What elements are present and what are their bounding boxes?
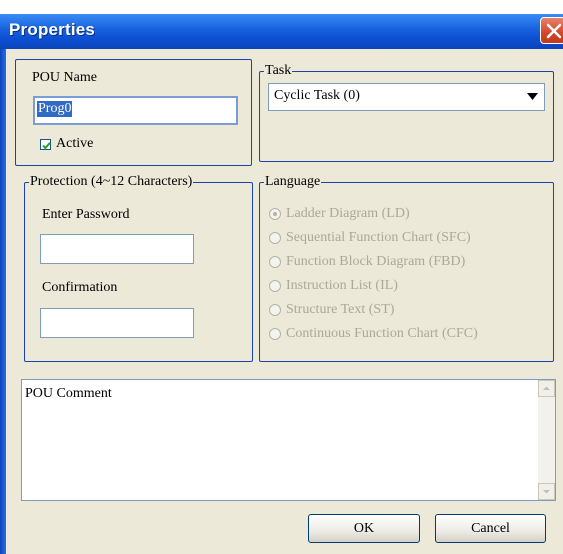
language-option-st[interactable]: Structure Text (ST) [269,302,549,320]
radio-button[interactable] [269,232,281,244]
task-select-value: Cyclic Task (0) [274,88,360,103]
active-checkbox[interactable] [40,139,51,150]
radio-button[interactable] [269,280,281,292]
pou-name-label: POU Name [32,70,97,85]
language-group-title: Language [264,173,322,191]
language-option-label: Continuous Function Chart (CFC) [286,326,478,341]
scroll-down-button[interactable] [538,483,555,500]
window-title: Properties [9,20,96,39]
task-group: Task Cyclic Task (0) [259,62,554,162]
radio-button[interactable] [269,328,281,340]
language-option-label: Structure Text (ST) [286,302,395,317]
password-label: Enter Password [42,207,130,222]
language-option-cfc[interactable]: Continuous Function Chart (CFC) [269,326,549,344]
radio-button[interactable] [269,304,281,316]
confirmation-label: Confirmation [42,280,118,295]
language-option-label: Function Block Diagram (FBD) [286,254,466,269]
language-group: Language Ladder Diagram (LD) Sequential … [259,173,554,362]
language-option-ld[interactable]: Ladder Diagram (LD) [269,206,549,224]
language-option-il[interactable]: Instruction List (IL) [269,278,549,296]
dialog-body: POU Name Prog0 Active Task Cyclic Task (… [6,49,563,554]
pou-comment-textarea[interactable]: POU Comment [21,379,556,501]
pou-name-input[interactable]: Prog0 [33,96,238,125]
language-option-fbd[interactable]: Function Block Diagram (FBD) [269,254,549,272]
cancel-button[interactable]: Cancel [435,514,546,543]
protection-group: Protection (4~12 Characters) Enter Passw… [24,173,253,362]
scroll-down-icon [543,490,550,494]
language-option-label: Sequential Function Chart (SFC) [286,230,471,245]
password-input[interactable] [40,234,194,264]
pou-name-value: Prog0 [37,101,73,117]
protection-group-title: Protection (4~12 Characters) [29,173,194,191]
title-bar[interactable]: Properties [0,14,563,49]
active-label: Active [56,136,94,151]
close-button[interactable] [540,17,563,44]
language-option-sfc[interactable]: Sequential Function Chart (SFC) [269,230,549,248]
radio-button[interactable] [269,208,281,220]
confirmation-input[interactable] [40,308,194,338]
chevron-down-icon [527,93,538,100]
scroll-up-icon [543,386,550,390]
task-group-title: Task [264,62,293,80]
comment-scrollbar[interactable] [538,380,555,500]
ok-button[interactable]: OK [308,514,420,543]
language-option-label: Instruction List (IL) [286,278,398,293]
task-select[interactable]: Cyclic Task (0) [268,83,545,111]
scroll-up-button[interactable] [538,380,555,397]
properties-dialog: Properties POU Name Prog0 Active Task Cy… [0,0,563,554]
radio-button[interactable] [269,256,281,268]
radio-selected-dot [273,212,277,216]
pou-group: POU Name Prog0 Active [15,59,252,166]
language-option-label: Ladder Diagram (LD) [286,206,410,221]
pou-comment-text: POU Comment [25,386,112,401]
close-icon [546,23,562,39]
check-icon [42,142,51,150]
